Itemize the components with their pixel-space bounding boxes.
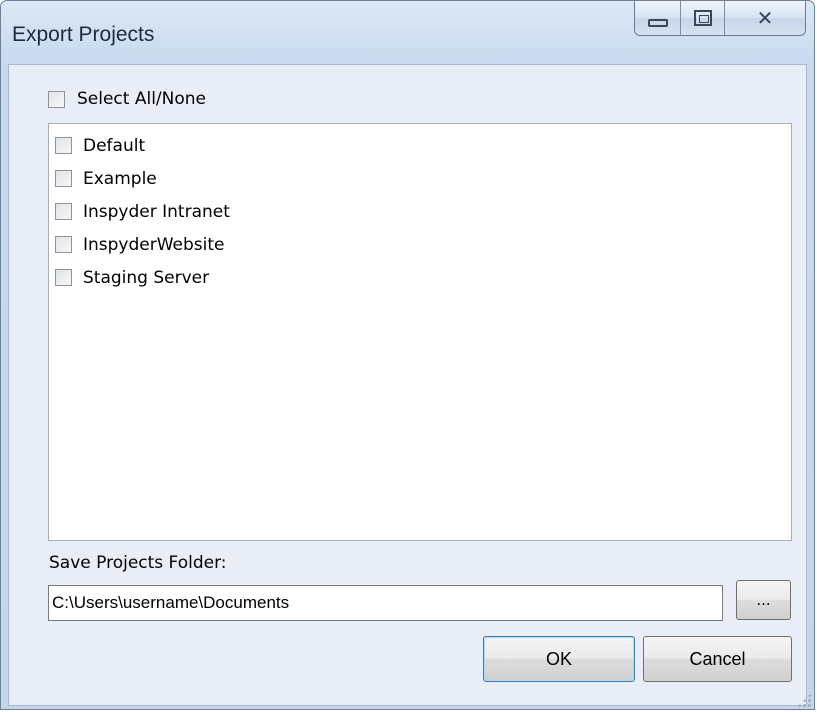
project-label: Default xyxy=(83,135,146,156)
checkbox-icon[interactable] xyxy=(55,236,72,253)
project-label: Inspyder Intranet xyxy=(83,201,230,222)
select-all-label: Select All/None xyxy=(77,89,207,109)
minimize-icon xyxy=(647,19,668,27)
maximize-button[interactable] xyxy=(681,1,725,35)
project-item-example[interactable]: Example xyxy=(49,162,791,195)
save-folder-input[interactable]: C:\Users\username\Documents xyxy=(48,585,723,621)
project-item-inspyder-intranet[interactable]: Inspyder Intranet xyxy=(49,195,791,228)
save-folder-label: Save Projects Folder: xyxy=(49,553,227,573)
project-label: InspyderWebsite xyxy=(83,234,225,255)
checkbox-icon[interactable] xyxy=(55,137,72,154)
checkbox-icon[interactable] xyxy=(55,269,72,286)
caption-buttons: ✕ xyxy=(634,1,806,36)
maximize-icon xyxy=(693,10,712,26)
project-label: Staging Server xyxy=(83,267,210,288)
project-item-default[interactable]: Default xyxy=(49,129,791,162)
close-button[interactable]: ✕ xyxy=(725,1,805,35)
project-item-staging-server[interactable]: Staging Server xyxy=(49,261,791,294)
checkbox-icon[interactable] xyxy=(55,170,72,187)
browse-button[interactable]: ... xyxy=(736,580,791,620)
ok-button[interactable]: OK xyxy=(483,636,635,682)
window-title: Export Projects xyxy=(12,23,155,46)
checkbox-icon[interactable] xyxy=(48,90,65,108)
project-label: Example xyxy=(83,168,157,189)
cancel-button[interactable]: Cancel xyxy=(643,636,792,682)
select-all-checkbox[interactable]: Select All/None xyxy=(48,89,206,109)
minimize-button[interactable] xyxy=(635,1,681,35)
projects-list[interactable]: Default Example Inspyder Intranet Inspyd… xyxy=(48,123,792,541)
close-icon: ✕ xyxy=(756,6,774,30)
checkbox-icon[interactable] xyxy=(55,203,72,220)
project-item-inspyder-website[interactable]: InspyderWebsite xyxy=(49,228,791,261)
